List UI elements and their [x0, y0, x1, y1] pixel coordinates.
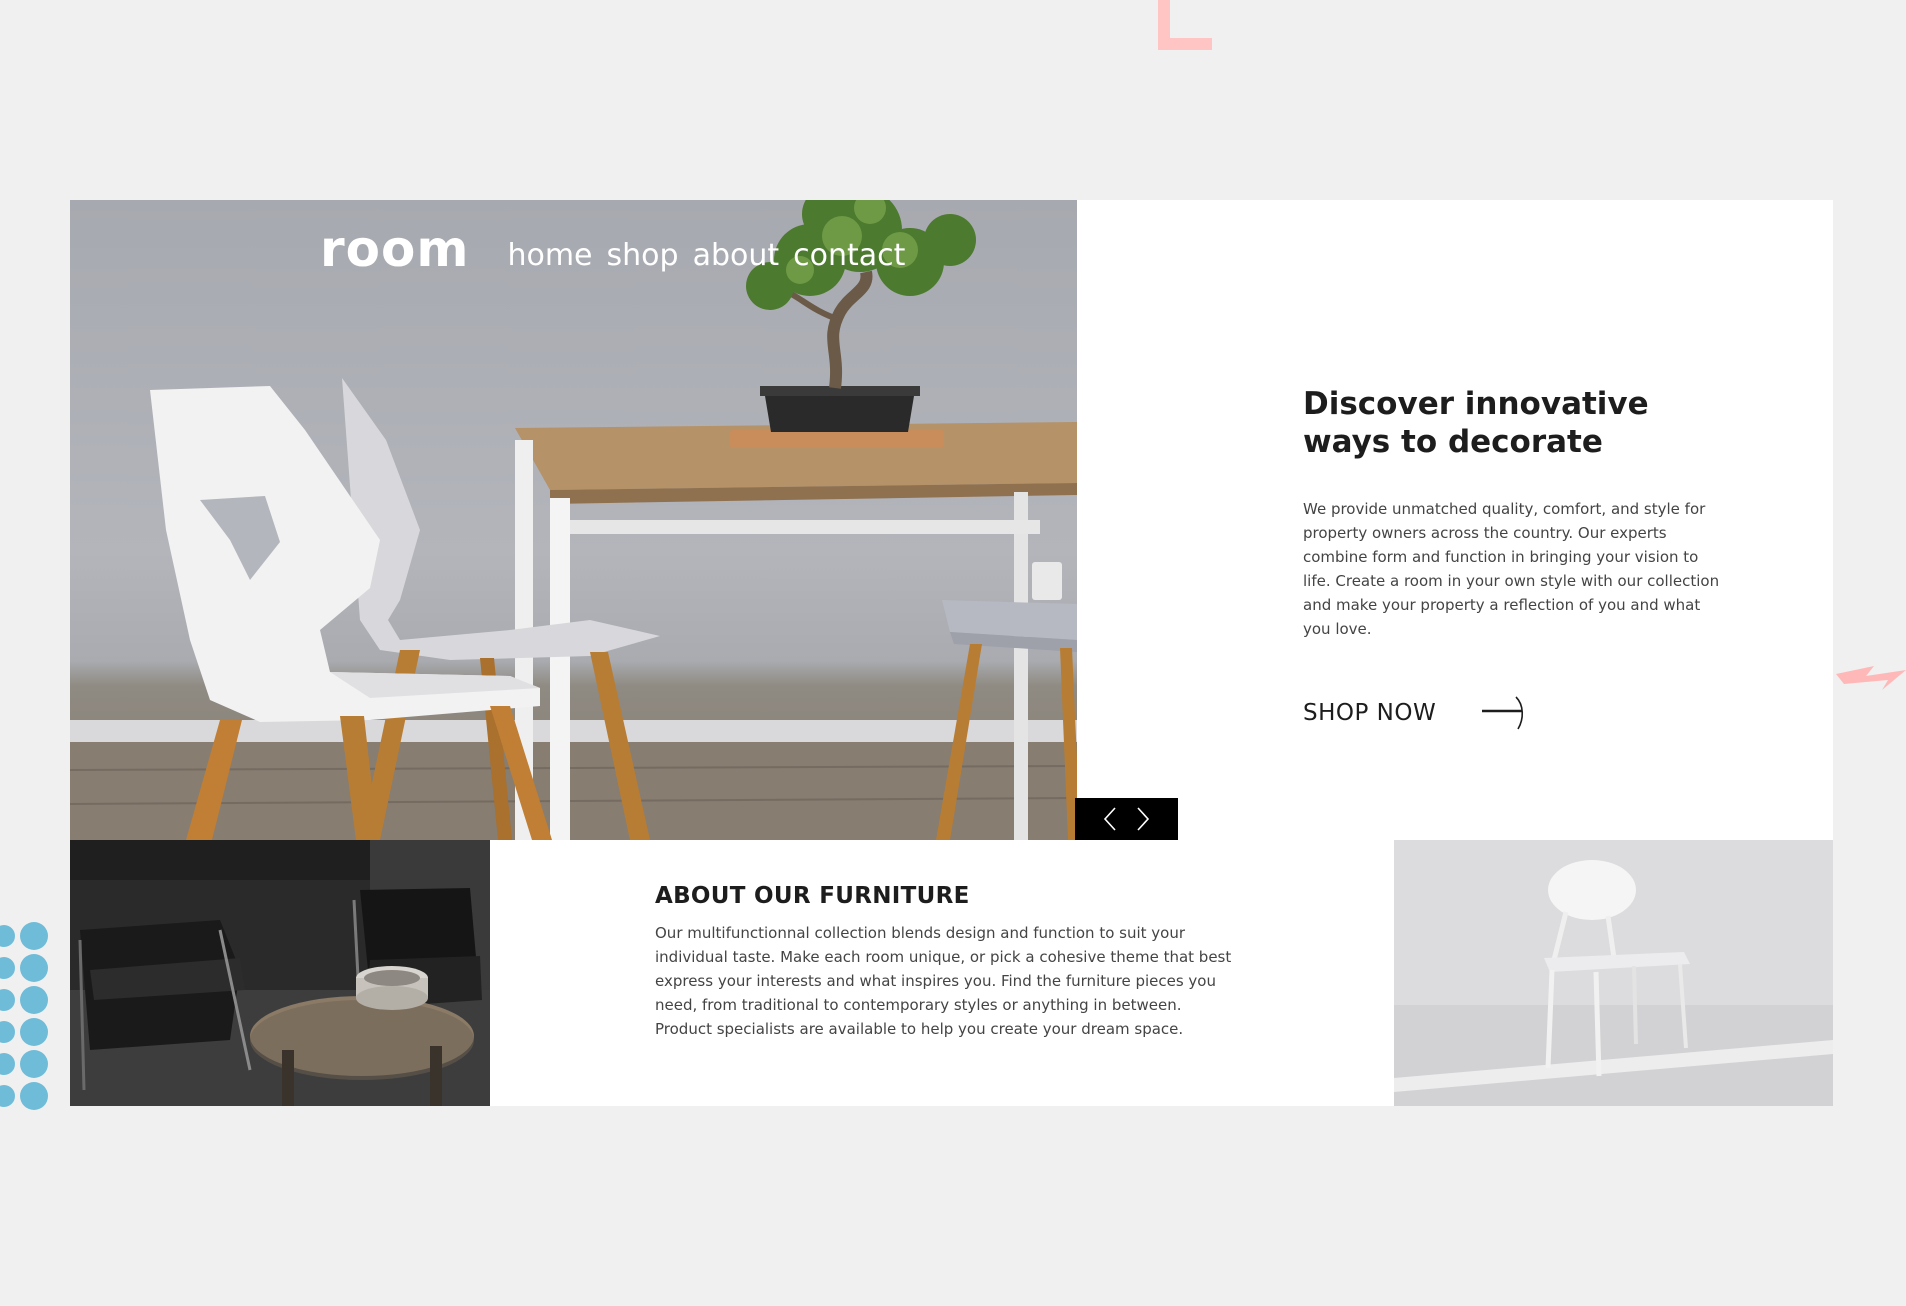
decorative-zigzag-shape	[1836, 666, 1906, 690]
nav-link-shop[interactable]: shop	[607, 238, 679, 274]
intro-heading: Discover innovative ways to decorate	[1303, 386, 1649, 460]
about-section: ABOUT OUR FURNITURE Our multifunctionnal…	[655, 883, 1235, 1041]
shop-now-button[interactable]: SHOP NOW	[1303, 695, 1723, 731]
nav-link-contact[interactable]: contact	[793, 238, 905, 274]
arrow-right-icon	[1482, 696, 1524, 730]
main-nav: room home shop about contact	[320, 224, 919, 274]
slider-controls	[1075, 798, 1178, 840]
about-body: Our multifunctionnal collection blends d…	[655, 924, 1232, 1038]
chevron-left-icon	[1103, 807, 1116, 831]
nav-link-about[interactable]: about	[693, 238, 780, 274]
living-room-image	[70, 840, 490, 1106]
dining-scene-illustration	[70, 200, 1077, 840]
shop-now-label: SHOP NOW	[1303, 700, 1437, 726]
slider-next-button[interactable]	[1132, 804, 1154, 834]
brand-logo[interactable]: room	[320, 224, 469, 274]
main-card: room home shop about contact Discover in…	[70, 200, 1833, 1106]
white-chair-illustration	[1394, 840, 1833, 1106]
decorative-corner-shape	[1158, 0, 1212, 50]
hero-slider-image: room home shop about contact	[70, 200, 1077, 840]
about-heading: ABOUT OUR FURNITURE	[655, 883, 970, 909]
intro-section: Discover innovative ways to decorate We …	[1303, 385, 1723, 731]
white-chair-image	[1394, 840, 1833, 1106]
chevron-right-icon	[1137, 807, 1150, 831]
slider-prev-button[interactable]	[1099, 804, 1121, 834]
armchairs-illustration	[70, 840, 490, 1106]
decorative-dots-pattern	[0, 922, 48, 1110]
intro-body: We provide unmatched quality, comfort, a…	[1303, 500, 1720, 638]
nav-link-home[interactable]: home	[507, 238, 592, 274]
